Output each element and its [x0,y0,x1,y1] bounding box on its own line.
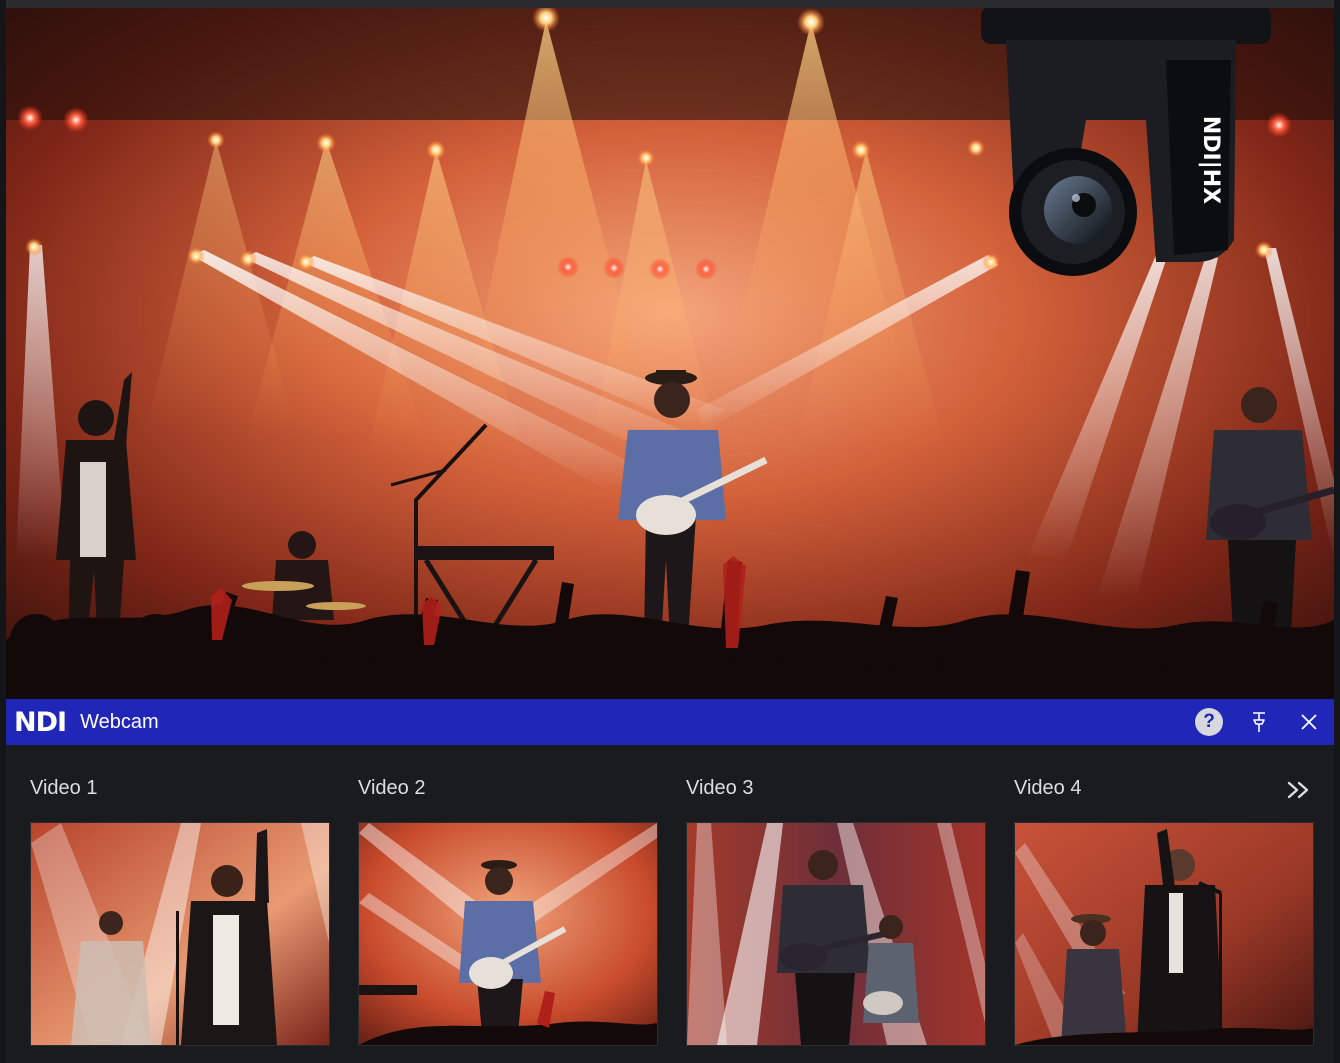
concert-stage-preview: NDI|HX [6,0,1334,699]
video-label: Video 2 [358,777,426,799]
window-title-bar: NDI Webcam ? [6,699,1334,745]
window-title: Webcam [80,710,159,733]
close-icon [1301,714,1317,730]
video-source-panel: Video 1 Video 2 Video 3 Video 4 [6,745,1334,1063]
video-4-thumbnail-image [1015,823,1313,1045]
hero-top-edge [6,0,1334,8]
next-sources-button[interactable] [1282,777,1316,803]
help-icon: ? [1195,708,1223,736]
video-label: Video 1 [30,777,98,799]
video-label: Video 4 [1014,777,1082,799]
ndi-logo: NDI [14,706,67,738]
video-thumbnail[interactable] [1014,822,1314,1046]
help-button[interactable]: ? [1184,699,1234,745]
video-1-thumbnail-image [31,823,329,1045]
video-thumbnail[interactable] [30,822,330,1046]
video-thumbnail[interactable] [686,822,986,1046]
video-thumbnail[interactable] [358,822,658,1046]
video-3-thumbnail-image [687,823,985,1045]
concert-stage-image: NDI|HX [6,0,1334,699]
title-bar-controls: ? [1184,699,1334,745]
video-label: Video 3 [686,777,754,799]
double-chevron-right-icon [1287,781,1309,799]
pin-icon [1253,712,1265,732]
video-2-thumbnail-image [359,823,657,1045]
pin-button[interactable] [1234,699,1284,745]
camera-badge: NDI|HX [1198,116,1223,204]
close-button[interactable] [1284,699,1334,745]
